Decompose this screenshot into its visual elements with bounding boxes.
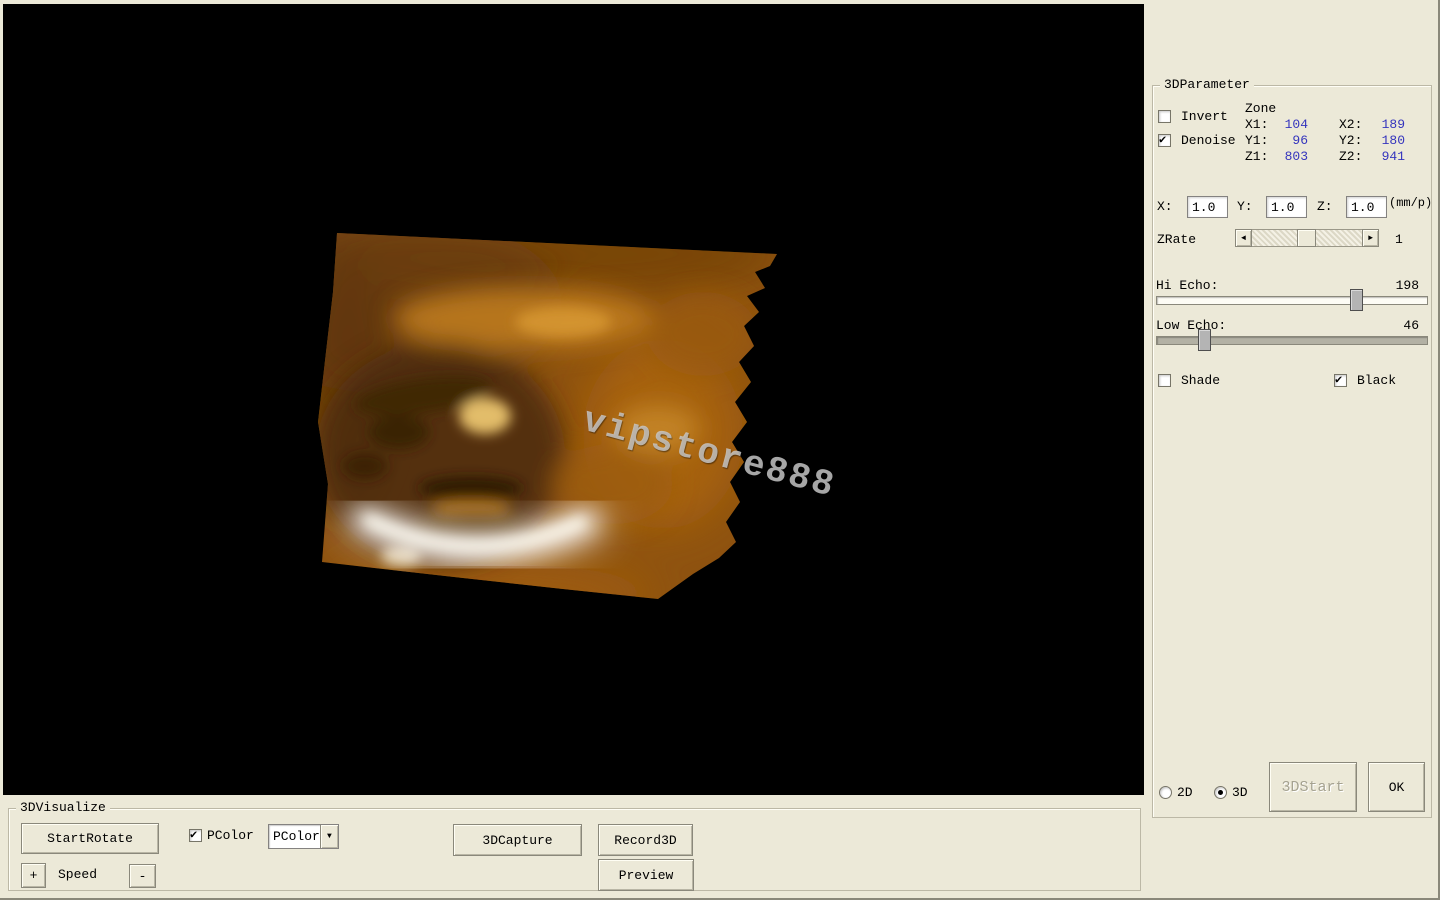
- start-rotate-button[interactable]: StartRotate: [21, 823, 159, 854]
- param-title: 3DParameter: [1160, 77, 1254, 93]
- visualize-groupbox: 3DVisualize StartRotate + Speed - ✔ PCol…: [8, 808, 1141, 891]
- check-icon: ✔: [190, 827, 197, 842]
- hi-echo-value: 198: [1396, 278, 1419, 293]
- zrate-value: 1: [1395, 232, 1403, 247]
- pcolor-checkbox[interactable]: ✔: [189, 829, 202, 842]
- zone-y2-value: 180: [1363, 133, 1405, 148]
- black-label: Black: [1357, 373, 1396, 388]
- zone-y1-value: 96: [1268, 133, 1308, 148]
- mode-2d-label: 2D: [1177, 785, 1193, 800]
- check-icon: ✔: [1335, 372, 1342, 387]
- param-groupbox: 3DParameter ✔ Invert ✔ Denoise Zone X1: …: [1152, 85, 1432, 818]
- zrate-scrollbar[interactable]: ◄ ►: [1235, 229, 1379, 247]
- start3d-button[interactable]: 3DStart: [1269, 762, 1357, 812]
- z-scale-input[interactable]: [1346, 196, 1387, 218]
- mode-3d-radio[interactable]: [1214, 786, 1227, 799]
- pcolor-dropdown[interactable]: PColor ▼: [268, 824, 339, 849]
- check-icon: ✔: [1159, 132, 1166, 147]
- hi-echo-label: Hi Echo:: [1156, 278, 1218, 293]
- preview-button[interactable]: Preview: [598, 859, 694, 891]
- hi-echo-thumb[interactable]: [1350, 289, 1363, 311]
- zone-x1-value: 104: [1268, 117, 1308, 132]
- speed-plus-button[interactable]: +: [21, 863, 46, 888]
- scale-unit-label: (mm/p): [1389, 196, 1432, 211]
- hi-echo-track[interactable]: [1156, 296, 1428, 305]
- low-echo-thumb[interactable]: [1198, 329, 1211, 351]
- zone-z2-label: Z2:: [1339, 149, 1362, 164]
- visualize-title: 3DVisualize: [16, 800, 110, 816]
- speed-label: Speed: [58, 867, 97, 882]
- y-scale-label: Y:: [1237, 199, 1253, 214]
- mode-2d-radio[interactable]: [1159, 786, 1172, 799]
- zone-y1-label: Y1:: [1245, 133, 1268, 148]
- zrate-label: ZRate: [1157, 232, 1196, 247]
- pcolor-check-label: PColor: [207, 828, 254, 843]
- zone-z1-label: Z1:: [1245, 149, 1268, 164]
- low-echo-label: Low Echo:: [1156, 318, 1226, 333]
- black-checkbox[interactable]: ✔: [1334, 374, 1347, 387]
- invert-checkbox[interactable]: ✔: [1158, 110, 1171, 123]
- speed-minus-button[interactable]: -: [129, 864, 156, 888]
- x-scale-label: X:: [1157, 199, 1173, 214]
- record-button[interactable]: Record3D: [598, 824, 693, 856]
- render-viewport[interactable]: vipstore888: [3, 4, 1144, 795]
- mode-3d-label: 3D: [1232, 785, 1248, 800]
- shade-checkbox[interactable]: ✔: [1158, 374, 1171, 387]
- low-echo-value: 46: [1403, 318, 1419, 333]
- y-scale-input[interactable]: [1266, 196, 1307, 218]
- capture-button[interactable]: 3DCapture: [453, 824, 582, 856]
- zone-z1-value: 803: [1268, 149, 1308, 164]
- zone-title: Zone: [1245, 101, 1276, 116]
- ok-button[interactable]: OK: [1368, 762, 1425, 812]
- zone-z2-value: 941: [1363, 149, 1405, 164]
- zone-y2-label: Y2:: [1339, 133, 1362, 148]
- zone-x2-value: 189: [1363, 117, 1405, 132]
- zone-x1-label: X1:: [1245, 117, 1268, 132]
- denoise-checkbox[interactable]: ✔: [1158, 134, 1171, 147]
- denoise-label: Denoise: [1181, 133, 1236, 148]
- zone-x2-label: X2:: [1339, 117, 1362, 132]
- low-echo-track[interactable]: [1156, 336, 1428, 345]
- chevron-down-icon[interactable]: ▼: [320, 825, 338, 848]
- app-window: vipstore888 3DParameter ✔ Invert ✔ Denoi…: [0, 0, 1440, 900]
- zrate-right-arrow-icon[interactable]: ►: [1362, 229, 1379, 247]
- shade-label: Shade: [1181, 373, 1220, 388]
- zrate-thumb[interactable]: [1297, 229, 1316, 247]
- invert-label: Invert: [1181, 109, 1228, 124]
- pcolor-dropdown-value: PColor: [269, 829, 320, 844]
- z-scale-label: Z:: [1317, 199, 1333, 214]
- ultrasound-volume: [3, 4, 1144, 795]
- zrate-left-arrow-icon[interactable]: ◄: [1235, 229, 1252, 247]
- x-scale-input[interactable]: [1187, 196, 1228, 218]
